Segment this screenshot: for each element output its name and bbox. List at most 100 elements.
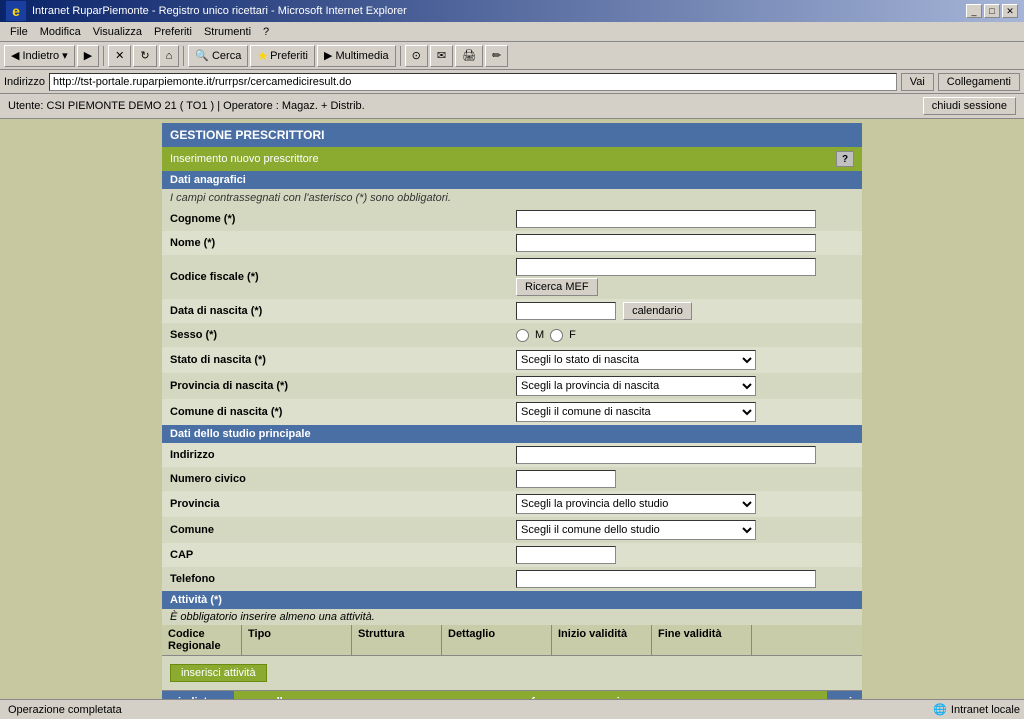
cap-input[interactable] — [516, 546, 616, 564]
provincia-label: Provincia — [162, 496, 512, 512]
col-inizio-validita: Inizio validità — [552, 625, 652, 655]
minimize-button[interactable]: _ — [966, 4, 982, 18]
main-header: GESTIONE PRESCRITTORI — [162, 123, 862, 147]
sesso-row: Sesso (*) M F — [162, 323, 862, 347]
address-label: Indirizzo — [4, 76, 45, 88]
ie-icon: e — [6, 1, 26, 21]
cognome-label: Cognome (*) — [162, 211, 512, 227]
home-button[interactable]: ⌂ — [159, 45, 180, 67]
links-button[interactable]: Collegamenti — [938, 73, 1020, 91]
provincia-row: Provincia Scegli la provincia dello stud… — [162, 491, 862, 517]
close-button[interactable]: ✕ — [1002, 4, 1018, 18]
sesso-m-radio[interactable] — [516, 329, 529, 342]
zone-text: Intranet locale — [951, 704, 1020, 716]
help-button[interactable]: ? — [836, 151, 854, 167]
sesso-f-radio[interactable] — [550, 329, 563, 342]
title-bar: e Intranet RuparPiemonte - Registro unic… — [0, 0, 1024, 22]
annulla-button[interactable]: annulla — [234, 691, 305, 699]
comune-nascita-row: Comune di nascita (*) Scegli il comune d… — [162, 399, 862, 425]
status-bar: Operazione completata 🌐 Intranet locale — [0, 699, 1024, 719]
stato-nascita-row: Stato di nascita (*) Scegli lo stato di … — [162, 347, 862, 373]
nome-field — [512, 233, 862, 253]
sesso-f-label: F — [569, 329, 576, 341]
col-codice-regionale: CodiceRegionale — [162, 625, 242, 655]
telefono-field — [512, 569, 862, 589]
numero-civico-input[interactable] — [516, 470, 616, 488]
cap-row: CAP — [162, 543, 862, 567]
numero-civico-label: Numero civico — [162, 471, 512, 487]
telefono-row: Telefono — [162, 567, 862, 591]
cognome-input[interactable] — [516, 210, 816, 228]
stato-nascita-select[interactable]: Scegli lo stato di nascita — [516, 350, 756, 370]
stop-button[interactable]: ✕ — [108, 45, 131, 67]
insert-activity-area: inserisci attività — [162, 656, 862, 690]
dati-studio-header: Dati dello studio principale — [162, 425, 862, 443]
menu-preferiti[interactable]: Preferiti — [148, 24, 198, 40]
telefono-input[interactable] — [516, 570, 816, 588]
provincia-field: Scegli la provincia dello studio — [512, 493, 862, 515]
print-button[interactable]: 🖨 — [455, 45, 483, 67]
codice-fiscale-input[interactable] — [516, 258, 816, 276]
provincia-nascita-label: Provincia di nascita (*) — [162, 378, 512, 394]
edit-button[interactable]: ✏ — [485, 45, 508, 67]
multimedia-button[interactable]: ▶ Multimedia — [317, 45, 396, 67]
cap-label: CAP — [162, 547, 512, 563]
menu-file[interactable]: File — [4, 24, 34, 40]
back-form-button[interactable]: indietro — [162, 691, 234, 699]
vai-button[interactable]: vai — [827, 691, 862, 699]
numero-civico-field — [512, 469, 862, 489]
comune-row: Comune Scegli il comune dello studio — [162, 517, 862, 543]
refresh-button[interactable]: ↻ — [133, 45, 156, 67]
data-nascita-row: Data di nascita (*) calendario — [162, 299, 862, 323]
data-nascita-label: Data di nascita (*) — [162, 303, 512, 319]
search-button[interactable]: 🔍 Cerca — [188, 45, 248, 67]
comune-field: Scegli il comune dello studio — [512, 519, 862, 541]
col-tipo: Tipo — [242, 625, 352, 655]
provincia-nascita-select[interactable]: Scegli la provincia di nascita — [516, 376, 756, 396]
menu-strumenti[interactable]: Strumenti — [198, 24, 257, 40]
comune-select[interactable]: Scegli il comune dello studio — [516, 520, 756, 540]
maximize-button[interactable]: □ — [984, 4, 1000, 18]
sub-header: Inserimento nuovo prescrittore ? — [162, 147, 862, 171]
nome-label: Nome (*) — [162, 235, 512, 251]
back-button[interactable]: ◀ Indietro ▾ — [4, 45, 75, 67]
conferma-prosegui-button[interactable]: conferma e prosegui — [305, 691, 827, 699]
calendar-button[interactable]: calendario — [623, 302, 692, 320]
favorites-button[interactable]: ★Preferiti — [250, 45, 315, 67]
data-nascita-input[interactable] — [516, 302, 616, 320]
history-button[interactable]: ⊙ — [405, 45, 428, 67]
status-right: 🌐 Intranet locale — [933, 703, 1020, 716]
menu-bar: File Modifica Visualizza Preferiti Strum… — [0, 22, 1024, 42]
indirizzo-label: Indirizzo — [162, 447, 512, 463]
stato-nascita-field: Scegli lo stato di nascita — [512, 349, 862, 371]
forward-button[interactable]: ▶ — [77, 45, 99, 67]
attivita-note: È obbligatorio inserire almeno una attiv… — [162, 609, 862, 625]
nome-input[interactable] — [516, 234, 816, 252]
ricerca-mef-button[interactable]: Ricerca MEF — [516, 278, 598, 296]
address-input[interactable] — [49, 73, 897, 91]
go-button[interactable]: Vai — [901, 73, 934, 91]
window-controls[interactable]: _ □ ✕ — [966, 4, 1018, 18]
cap-field — [512, 545, 862, 565]
comune-label: Comune — [162, 522, 512, 538]
stato-nascita-label: Stato di nascita (*) — [162, 352, 512, 368]
telefono-label: Telefono — [162, 571, 512, 587]
codice-fiscale-row: Codice fiscale (*) Ricerca MEF — [162, 255, 862, 299]
menu-modifica[interactable]: Modifica — [34, 24, 87, 40]
dati-anagrafici-header: Dati anagrafici — [162, 171, 862, 189]
menu-visualizza[interactable]: Visualizza — [87, 24, 148, 40]
provincia-select[interactable]: Scegli la provincia dello studio — [516, 494, 756, 514]
content-panel: GESTIONE PRESCRITTORI Inserimento nuovo … — [162, 123, 862, 699]
insert-activity-button[interactable]: inserisci attività — [170, 664, 267, 682]
status-text: Operazione completata — [4, 704, 122, 716]
comune-nascita-select[interactable]: Scegli il comune di nascita — [516, 402, 756, 422]
zone-icon: 🌐 — [933, 703, 947, 716]
close-session-button[interactable]: chiudi sessione — [923, 97, 1016, 115]
menu-help[interactable]: ? — [257, 24, 275, 40]
indirizzo-field — [512, 445, 862, 465]
cognome-field — [512, 209, 862, 229]
indirizzo-input[interactable] — [516, 446, 816, 464]
codice-fiscale-field: Ricerca MEF — [512, 257, 862, 297]
mail-button[interactable]: ✉ — [430, 45, 453, 67]
sesso-field: M F — [512, 328, 862, 343]
